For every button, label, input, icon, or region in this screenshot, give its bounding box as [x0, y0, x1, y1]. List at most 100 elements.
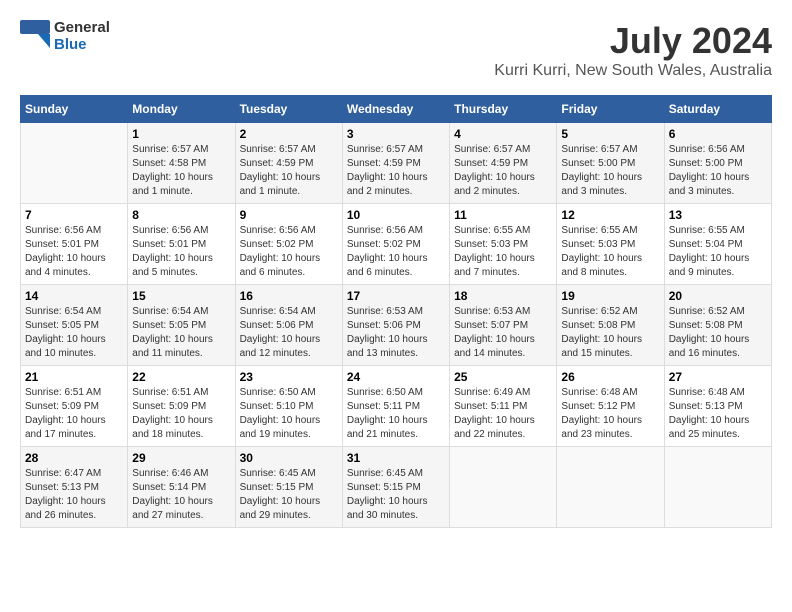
header: General Blue July 2024 Kurri Kurri, New …	[20, 20, 772, 80]
calendar-cell: 22Sunrise: 6:51 AM Sunset: 5:09 PM Dayli…	[128, 366, 235, 447]
day-info: Sunrise: 6:55 AM Sunset: 5:03 PM Dayligh…	[454, 224, 552, 280]
calendar-cell: 28Sunrise: 6:47 AM Sunset: 5:13 PM Dayli…	[21, 447, 128, 528]
day-number: 18	[454, 289, 552, 303]
calendar-cell: 30Sunrise: 6:45 AM Sunset: 5:15 PM Dayli…	[235, 447, 342, 528]
calendar-cell: 4 Sunrise: 6:57 AM Sunset: 4:59 PM Daylig…	[450, 123, 557, 204]
calendar-cell: 23 Sunrise: 6:50 AM Sunset: 5:10 PM Dayli…	[235, 366, 342, 447]
week-row-5: 28Sunrise: 6:47 AM Sunset: 5:13 PM Dayli…	[21, 447, 772, 528]
calendar-cell: 26 Sunrise: 6:48 AM Sunset: 5:12 PM Dayli…	[557, 366, 664, 447]
day-number: 22	[132, 370, 230, 384]
day-info: Sunrise: 6:57 AM Sunset: 4:59 PM Dayligh…	[454, 143, 552, 199]
day-number: 20	[669, 289, 767, 303]
calendar-cell: 8Sunrise: 6:56 AM Sunset: 5:01 PM Daylig…	[128, 204, 235, 285]
day-number: 30	[240, 451, 338, 465]
day-info: Sunrise: 6:53 AM Sunset: 5:07 PM Dayligh…	[454, 305, 552, 361]
calendar-title: July 2024	[494, 20, 772, 62]
day-info: Sunrise: 6:51 AM Sunset: 5:09 PM Dayligh…	[25, 386, 123, 442]
calendar-cell: 9 Sunrise: 6:56 AM Sunset: 5:02 PM Daylig…	[235, 204, 342, 285]
calendar-header-row: SundayMondayTuesdayWednesdayThursdayFrid…	[21, 96, 772, 123]
calendar-cell: 10 Sunrise: 6:56 AM Sunset: 5:02 PM Dayli…	[342, 204, 449, 285]
logo: General Blue	[20, 20, 110, 53]
calendar-cell: 2 Sunrise: 6:57 AM Sunset: 4:59 PM Daylig…	[235, 123, 342, 204]
calendar-cell: 19 Sunrise: 6:52 AM Sunset: 5:08 PM Dayli…	[557, 285, 664, 366]
calendar-cell: 25 Sunrise: 6:49 AM Sunset: 5:11 PM Dayli…	[450, 366, 557, 447]
day-number: 15	[132, 289, 230, 303]
day-number: 26	[561, 370, 659, 384]
day-info: Sunrise: 6:57 AM Sunset: 4:58 PM Dayligh…	[132, 143, 230, 199]
logo-text-general: General	[54, 20, 110, 37]
day-number: 12	[561, 208, 659, 222]
calendar-cell: 16 Sunrise: 6:54 AM Sunset: 5:06 PM Dayli…	[235, 285, 342, 366]
day-number: 17	[347, 289, 445, 303]
day-info: Sunrise: 6:57 AM Sunset: 5:00 PM Dayligh…	[561, 143, 659, 199]
day-number: 14	[25, 289, 123, 303]
day-info: Sunrise: 6:56 AM Sunset: 5:00 PM Dayligh…	[669, 143, 767, 199]
day-info: Sunrise: 6:56 AM Sunset: 5:02 PM Dayligh…	[240, 224, 338, 280]
header-tuesday: Tuesday	[235, 96, 342, 123]
calendar-cell: 5 Sunrise: 6:57 AM Sunset: 5:00 PM Daylig…	[557, 123, 664, 204]
header-saturday: Saturday	[664, 96, 771, 123]
day-info: Sunrise: 6:48 AM Sunset: 5:12 PM Dayligh…	[561, 386, 659, 442]
day-number: 19	[561, 289, 659, 303]
day-info: Sunrise: 6:55 AM Sunset: 5:03 PM Dayligh…	[561, 224, 659, 280]
day-info: Sunrise: 6:48 AM Sunset: 5:13 PM Dayligh…	[669, 386, 767, 442]
day-info: Sunrise: 6:57 AM Sunset: 4:59 PM Dayligh…	[240, 143, 338, 199]
day-info: Sunrise: 6:54 AM Sunset: 5:06 PM Dayligh…	[240, 305, 338, 361]
calendar-cell: 20Sunrise: 6:52 AM Sunset: 5:08 PM Dayli…	[664, 285, 771, 366]
day-info: Sunrise: 6:54 AM Sunset: 5:05 PM Dayligh…	[132, 305, 230, 361]
calendar-cell: 13 Sunrise: 6:55 AM Sunset: 5:04 PM Dayli…	[664, 204, 771, 285]
calendar-cell	[450, 447, 557, 528]
day-info: Sunrise: 6:54 AM Sunset: 5:05 PM Dayligh…	[25, 305, 123, 361]
day-info: Sunrise: 6:46 AM Sunset: 5:14 PM Dayligh…	[132, 467, 230, 523]
day-info: Sunrise: 6:56 AM Sunset: 5:02 PM Dayligh…	[347, 224, 445, 280]
header-friday: Friday	[557, 96, 664, 123]
day-number: 3	[347, 127, 445, 141]
week-row-2: 7Sunrise: 6:56 AM Sunset: 5:01 PM Daylig…	[21, 204, 772, 285]
day-number: 23	[240, 370, 338, 384]
day-number: 24	[347, 370, 445, 384]
day-number: 21	[25, 370, 123, 384]
header-monday: Monday	[128, 96, 235, 123]
day-number: 31	[347, 451, 445, 465]
day-number: 16	[240, 289, 338, 303]
day-info: Sunrise: 6:45 AM Sunset: 5:15 PM Dayligh…	[347, 467, 445, 523]
logo-icon	[20, 20, 50, 48]
calendar-cell: 17 Sunrise: 6:53 AM Sunset: 5:06 PM Dayli…	[342, 285, 449, 366]
day-number: 5	[561, 127, 659, 141]
calendar-cell: 1Sunrise: 6:57 AM Sunset: 4:58 PM Daylig…	[128, 123, 235, 204]
day-number: 27	[669, 370, 767, 384]
calendar-cell: 24Sunrise: 6:50 AM Sunset: 5:11 PM Dayli…	[342, 366, 449, 447]
day-number: 25	[454, 370, 552, 384]
day-number: 29	[132, 451, 230, 465]
day-info: Sunrise: 6:56 AM Sunset: 5:01 PM Dayligh…	[25, 224, 123, 280]
calendar-cell: 7Sunrise: 6:56 AM Sunset: 5:01 PM Daylig…	[21, 204, 128, 285]
header-thursday: Thursday	[450, 96, 557, 123]
calendar-cell: 14 Sunrise: 6:54 AM Sunset: 5:05 PM Dayli…	[21, 285, 128, 366]
day-info: Sunrise: 6:55 AM Sunset: 5:04 PM Dayligh…	[669, 224, 767, 280]
calendar-cell	[21, 123, 128, 204]
day-number: 10	[347, 208, 445, 222]
day-info: Sunrise: 6:53 AM Sunset: 5:06 PM Dayligh…	[347, 305, 445, 361]
week-row-3: 14 Sunrise: 6:54 AM Sunset: 5:05 PM Dayli…	[21, 285, 772, 366]
week-row-1: 1Sunrise: 6:57 AM Sunset: 4:58 PM Daylig…	[21, 123, 772, 204]
day-info: Sunrise: 6:52 AM Sunset: 5:08 PM Dayligh…	[561, 305, 659, 361]
calendar-cell: 11Sunrise: 6:55 AM Sunset: 5:03 PM Dayli…	[450, 204, 557, 285]
calendar-cell: 15 Sunrise: 6:54 AM Sunset: 5:05 PM Dayli…	[128, 285, 235, 366]
calendar-cell: 3 Sunrise: 6:57 AM Sunset: 4:59 PM Daylig…	[342, 123, 449, 204]
calendar-cell: 27 Sunrise: 6:48 AM Sunset: 5:13 PM Dayli…	[664, 366, 771, 447]
day-info: Sunrise: 6:50 AM Sunset: 5:10 PM Dayligh…	[240, 386, 338, 442]
calendar-subtitle: Kurri Kurri, New South Wales, Australia	[494, 62, 772, 80]
logo-text-blue: Blue	[54, 37, 110, 54]
calendar-cell	[557, 447, 664, 528]
calendar-cell: 31 Sunrise: 6:45 AM Sunset: 5:15 PM Dayli…	[342, 447, 449, 528]
calendar-cell: 18 Sunrise: 6:53 AM Sunset: 5:07 PM Dayli…	[450, 285, 557, 366]
day-info: Sunrise: 6:57 AM Sunset: 4:59 PM Dayligh…	[347, 143, 445, 199]
day-number: 4	[454, 127, 552, 141]
day-info: Sunrise: 6:56 AM Sunset: 5:01 PM Dayligh…	[132, 224, 230, 280]
day-number: 13	[669, 208, 767, 222]
day-info: Sunrise: 6:49 AM Sunset: 5:11 PM Dayligh…	[454, 386, 552, 442]
title-section: July 2024 Kurri Kurri, New South Wales, …	[494, 20, 772, 80]
day-info: Sunrise: 6:47 AM Sunset: 5:13 PM Dayligh…	[25, 467, 123, 523]
day-number: 2	[240, 127, 338, 141]
day-number: 9	[240, 208, 338, 222]
